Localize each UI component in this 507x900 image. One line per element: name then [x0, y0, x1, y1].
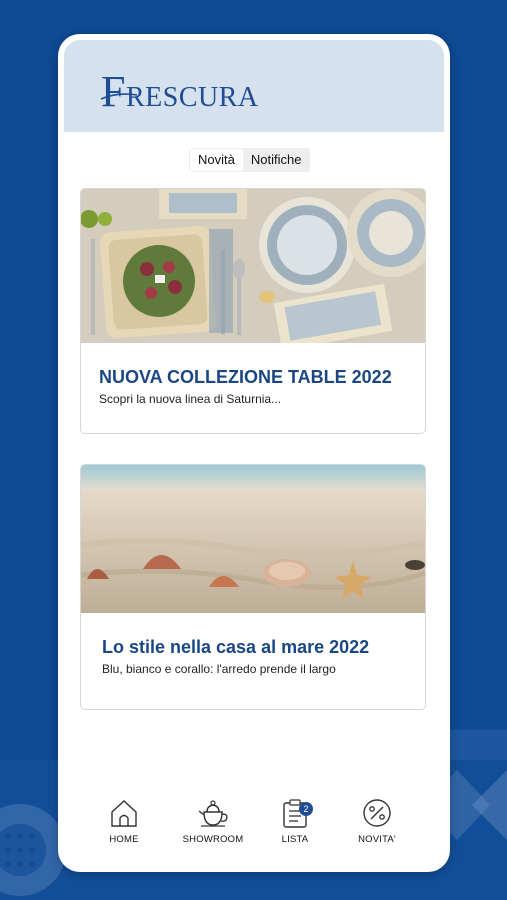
lista-count-badge: 2	[299, 802, 313, 816]
percent-icon	[363, 799, 391, 827]
nav-novita[interactable]: NOVITA'	[337, 798, 417, 845]
nav-lista[interactable]: 2 LISTA	[255, 798, 335, 845]
beach-image	[81, 465, 425, 613]
app-card: FRESCURA Novità Notifiche NUOVA COLLEZIO…	[58, 34, 450, 872]
table-collection-image	[81, 189, 425, 343]
news-title: Lo stile nella casa al mare 2022	[102, 637, 370, 657]
news-title: NUOVA COLLEZIONE TABLE 2022	[99, 367, 392, 387]
home-icon	[111, 800, 137, 827]
tab-novita[interactable]: Novità	[190, 149, 243, 171]
nav-novita-label: NOVITA'	[358, 834, 396, 845]
bottom-navigation: HOME SHOWROOM 2 LISTA NOVITA'	[58, 790, 450, 860]
teapot-icon	[198, 800, 228, 827]
nav-home[interactable]: HOME	[84, 798, 164, 845]
nav-showroom-label: SHOWROOM	[182, 834, 244, 845]
nav-lista-label: LISTA	[281, 834, 309, 845]
app-header: FRESCURA	[64, 40, 444, 132]
news-subtitle: Blu, bianco e corallo: l'arredo prende i…	[102, 662, 336, 676]
tab-switcher: Novità Notifiche	[189, 148, 311, 172]
news-subtitle: Scopri la nuova linea di Saturnia...	[99, 392, 282, 406]
nav-showroom[interactable]: SHOWROOM	[173, 798, 253, 845]
news-card[interactable]: NUOVA COLLEZIONE TABLE 2022 Scopri la nu…	[80, 188, 426, 434]
nav-home-label: HOME	[109, 834, 139, 845]
logo-swoosh-icon	[100, 93, 138, 100]
news-card[interactable]: Lo stile nella casa al mare 2022 Blu, bi…	[80, 464, 426, 710]
tab-notifiche[interactable]: Notifiche	[243, 149, 310, 171]
